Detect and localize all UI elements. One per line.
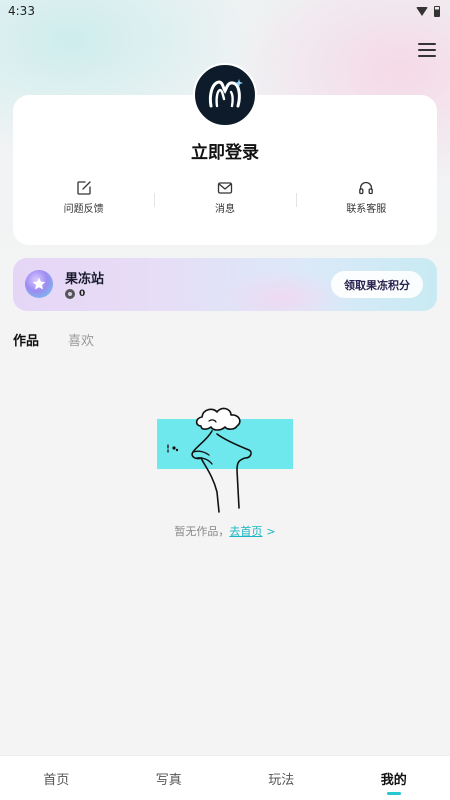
quick-actions: 问题反馈 消息 联系客服	[13, 180, 437, 220]
content-tabs: 作品 喜欢	[13, 330, 94, 349]
divider	[154, 193, 155, 207]
nav-portrait[interactable]: 写真	[113, 756, 226, 800]
wifi-icon	[416, 6, 428, 16]
messages-button[interactable]: 消息	[154, 180, 295, 220]
jelly-points: 0	[65, 289, 85, 299]
hamburger-icon-line	[418, 49, 436, 51]
bottom-navigation: 首页 写真 玩法 我的	[0, 755, 450, 800]
menu-button[interactable]	[418, 42, 436, 58]
nav-mine[interactable]: 我的	[338, 756, 450, 800]
empty-state-text: 暂无作品，	[174, 525, 230, 538]
tab-works[interactable]: 作品	[13, 330, 39, 349]
active-tab-indicator	[386, 792, 401, 795]
mail-icon	[217, 182, 233, 194]
empty-state-message: 暂无作品，去首页 >	[0, 523, 450, 539]
chevron-right-icon[interactable]: >	[266, 525, 275, 538]
login-button[interactable]: 立即登录	[0, 138, 450, 163]
feedback-button[interactable]: 问题反馈	[13, 180, 154, 220]
star-icon	[32, 277, 46, 290]
jelly-logo	[25, 270, 53, 298]
divider	[296, 193, 297, 207]
tab-likes[interactable]: 喜欢	[68, 330, 94, 349]
nav-home[interactable]: 首页	[0, 756, 113, 800]
messages-label: 消息	[214, 204, 235, 215]
customer-service-label: 联系客服	[346, 204, 387, 215]
nav-mine-label: 我的	[380, 772, 407, 788]
app-logo-icon	[208, 79, 243, 108]
feedback-label: 问题反馈	[63, 204, 104, 215]
feedback-edit-icon	[77, 181, 91, 195]
coin-icon	[65, 289, 75, 299]
customer-service-button[interactable]: 联系客服	[296, 180, 437, 220]
jelly-points-value: 0	[79, 289, 86, 299]
nav-play-label: 玩法	[268, 772, 295, 788]
status-time: 4:33	[8, 4, 35, 18]
nav-portrait-label: 写真	[155, 772, 182, 788]
hamburger-icon	[418, 43, 436, 45]
battery-icon	[434, 5, 440, 17]
claim-points-button[interactable]: 领取果冻积分	[331, 271, 423, 298]
empty-state-illustration	[157, 407, 293, 513]
avatar[interactable]	[193, 63, 257, 127]
go-home-link[interactable]: 去首页	[229, 525, 262, 538]
hamburger-icon-line	[418, 55, 436, 57]
nav-play[interactable]: 玩法	[225, 756, 338, 800]
jelly-station-banner[interactable]: 果冻站 0 领取果冻积分	[13, 258, 437, 311]
nav-home-label: 首页	[43, 772, 70, 788]
status-icons	[416, 5, 440, 17]
jelly-title: 果冻站	[65, 272, 105, 287]
headset-icon	[359, 181, 374, 195]
status-bar: 4:33	[0, 0, 450, 22]
